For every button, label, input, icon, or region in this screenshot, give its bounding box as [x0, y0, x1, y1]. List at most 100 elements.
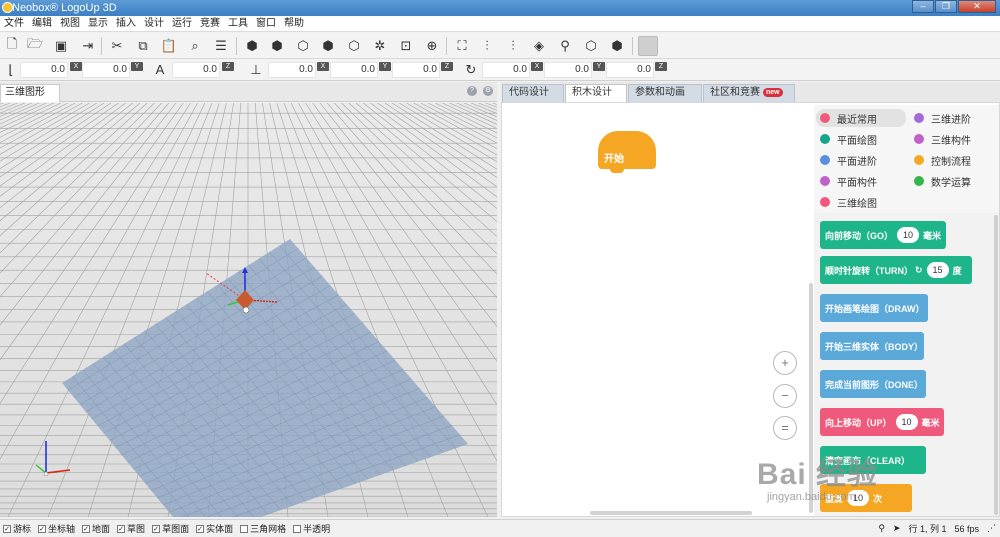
checkbox[interactable]: ✓ [38, 524, 47, 533]
copy-icon[interactable]: ⧉ [133, 36, 153, 56]
toggle-cursor[interactable]: ✓ 游标 [3, 522, 31, 535]
checkbox[interactable]: ✓ [117, 524, 126, 533]
menu-display[interactable]: 显示 [84, 16, 112, 32]
stop-icon[interactable] [638, 36, 658, 56]
toggle-ground[interactable]: ✓ 地面 [82, 522, 110, 535]
category-math[interactable]: 数学运算 [914, 172, 971, 190]
menu-edit[interactable]: 编辑 [28, 16, 56, 32]
new-file-icon[interactable]: 🗋 [2, 36, 22, 56]
pin-icon[interactable]: ⚲ [555, 36, 575, 56]
block-go[interactable]: 向前移动（GO） 10 毫米 [820, 221, 946, 249]
paint-bucket-icon[interactable]: ◈ [529, 36, 549, 56]
rotate-z-field[interactable]: 0.0 [606, 62, 654, 78]
menu-insert[interactable]: 插入 [112, 16, 140, 32]
maximize-button[interactable]: ❐ [935, 0, 957, 13]
resize-grip-icon[interactable]: ⋰ [987, 523, 996, 534]
category-2d-advanced[interactable]: 平面进阶 [820, 151, 877, 169]
right-panel-tabbar: 代码设计 积木设计 参数和动画 社区和竞赛 new [501, 82, 1000, 102]
move-y-field[interactable]: 0.0 [82, 62, 130, 78]
checkbox[interactable]: ✓ [196, 524, 205, 533]
settings-icon[interactable]: ⚙ [483, 86, 493, 96]
category-recent[interactable]: 最近常用 [816, 109, 906, 127]
block-done[interactable]: 完成当前图形（DONE） [820, 370, 926, 398]
checkbox[interactable]: ✓ [82, 524, 91, 533]
checkbox[interactable] [240, 524, 249, 533]
block-turn[interactable]: 顺时针旋转（TURN） ↻ 15 度 [820, 256, 972, 284]
tab-3d-view[interactable]: 三维图形 [0, 84, 60, 102]
position-y-field[interactable]: 0.0 [330, 62, 378, 78]
block-value-input[interactable]: 15 [926, 262, 949, 278]
menu-design[interactable]: 设计 [140, 16, 168, 32]
toggle-axes[interactable]: ✓ 坐标轴 [38, 522, 75, 535]
category-2d-components[interactable]: 平面构件 [820, 172, 877, 190]
close-button[interactable]: ✕ [958, 0, 996, 13]
checkbox[interactable]: ✓ [152, 524, 161, 533]
search-icon[interactable]: ⌕ [185, 36, 205, 56]
workspace-horizontal-scrollbar[interactable] [590, 511, 752, 515]
save-icon[interactable]: ▣ [51, 36, 71, 56]
tab-block-design[interactable]: 积木设计 [565, 84, 627, 102]
cube-outline-icon[interactable]: ⬡ [344, 36, 364, 56]
list-icon[interactable]: ☰ [211, 36, 231, 56]
tab-params-animation[interactable]: 参数和动画 [628, 84, 702, 102]
menu-tools[interactable]: 工具 [224, 16, 252, 32]
help-icon[interactable]: ? [467, 86, 477, 96]
cube-wire-icon[interactable]: ⬢ [607, 36, 627, 56]
toggle-translucent[interactable]: 半透明 [293, 522, 330, 535]
rotate-y-field[interactable]: 0.0 [544, 62, 592, 78]
import-icon[interactable]: ⇥ [78, 36, 98, 56]
cut-icon[interactable]: ✂ [107, 36, 127, 56]
block-workspace[interactable]: 开始 + − = 最近常用 三维进阶 平面绘图 三维构件 平面进阶 控制流程 平… [501, 102, 1000, 517]
tab-code-design[interactable]: 代码设计 [502, 84, 564, 102]
cube-gear-icon[interactable]: ✲ [370, 36, 390, 56]
toggle-triangle-mesh[interactable]: 三角网格 [240, 522, 286, 535]
start-block[interactable]: 开始 [598, 131, 656, 173]
fullscreen-icon[interactable]: ⛶ [452, 36, 472, 56]
rotate-x-field[interactable]: 0.0 [482, 62, 530, 78]
cube-add-icon[interactable]: ⬡ [581, 36, 601, 56]
menu-file[interactable]: 文件 [0, 16, 28, 32]
position-z-field[interactable]: 0.0 [392, 62, 440, 78]
tab-community-contest[interactable]: 社区和竞赛 new [703, 84, 795, 102]
block-up[interactable]: 向上移动（UP） 10 毫米 [820, 408, 944, 436]
scale-field[interactable]: 0.0 [172, 62, 220, 78]
menu-contest[interactable]: 竞赛 [196, 16, 224, 32]
axis-icon[interactable]: ⊕ [422, 36, 442, 56]
menu-view[interactable]: 视图 [56, 16, 84, 32]
ruler-icon[interactable]: ⫶ [503, 36, 523, 56]
block-value-input[interactable]: 10 [895, 414, 918, 430]
open-folder-icon[interactable]: 🗁 [25, 36, 45, 56]
toggle-sketch[interactable]: ✓ 草图 [117, 522, 145, 535]
category-3d-advanced[interactable]: 三维进阶 [914, 109, 971, 127]
menu-help[interactable]: 帮助 [280, 16, 308, 32]
move-x-field[interactable]: 0.0 [20, 62, 68, 78]
flyout-scrollbar[interactable] [994, 215, 998, 515]
3d-viewport[interactable] [0, 103, 497, 517]
cube-top-icon[interactable]: ⬡ [293, 36, 313, 56]
cube-iso-icon[interactable]: ⬢ [318, 36, 338, 56]
paste-icon[interactable]: 📋 [159, 36, 179, 56]
block-body[interactable]: 开始三维实体（BODY） [820, 332, 924, 360]
zoom-in-button[interactable]: + [773, 351, 797, 375]
toggle-sketch-face[interactable]: ✓ 草图面 [152, 522, 189, 535]
menu-window[interactable]: 窗口 [252, 16, 280, 32]
cube-right-icon[interactable]: ⬢ [267, 36, 287, 56]
cube-front-icon[interactable]: ⬢ [242, 36, 262, 56]
category-3d-drawing[interactable]: 三维绘图 [820, 193, 877, 211]
position-x-field[interactable]: 0.0 [268, 62, 316, 78]
category-control-flow[interactable]: 控制流程 [914, 151, 971, 169]
menu-run[interactable]: 运行 [168, 16, 196, 32]
block-draw[interactable]: 开始画笔绘图（DRAW） [820, 294, 928, 322]
category-3d-components[interactable]: 三维构件 [914, 130, 971, 148]
zoom-reset-button[interactable]: = [773, 416, 797, 440]
toggle-solid-face[interactable]: ✓ 实体面 [196, 522, 233, 535]
checkbox[interactable]: ✓ [3, 524, 11, 533]
transform-toolbar: ⌊ 0.0 X 0.0 Y A 0.0 Z ⊥ 0.0 X 0.0 Y 0.0 … [0, 59, 1000, 81]
block-value-input[interactable]: 10 [897, 227, 920, 243]
caliper-icon[interactable]: ⫶ [477, 36, 497, 56]
category-2d-drawing[interactable]: 平面绘图 [820, 130, 877, 148]
fit-view-icon[interactable]: ⊡ [396, 36, 416, 56]
zoom-out-button[interactable]: − [773, 384, 797, 408]
checkbox[interactable] [293, 524, 302, 533]
minimize-button[interactable]: – [912, 0, 934, 13]
